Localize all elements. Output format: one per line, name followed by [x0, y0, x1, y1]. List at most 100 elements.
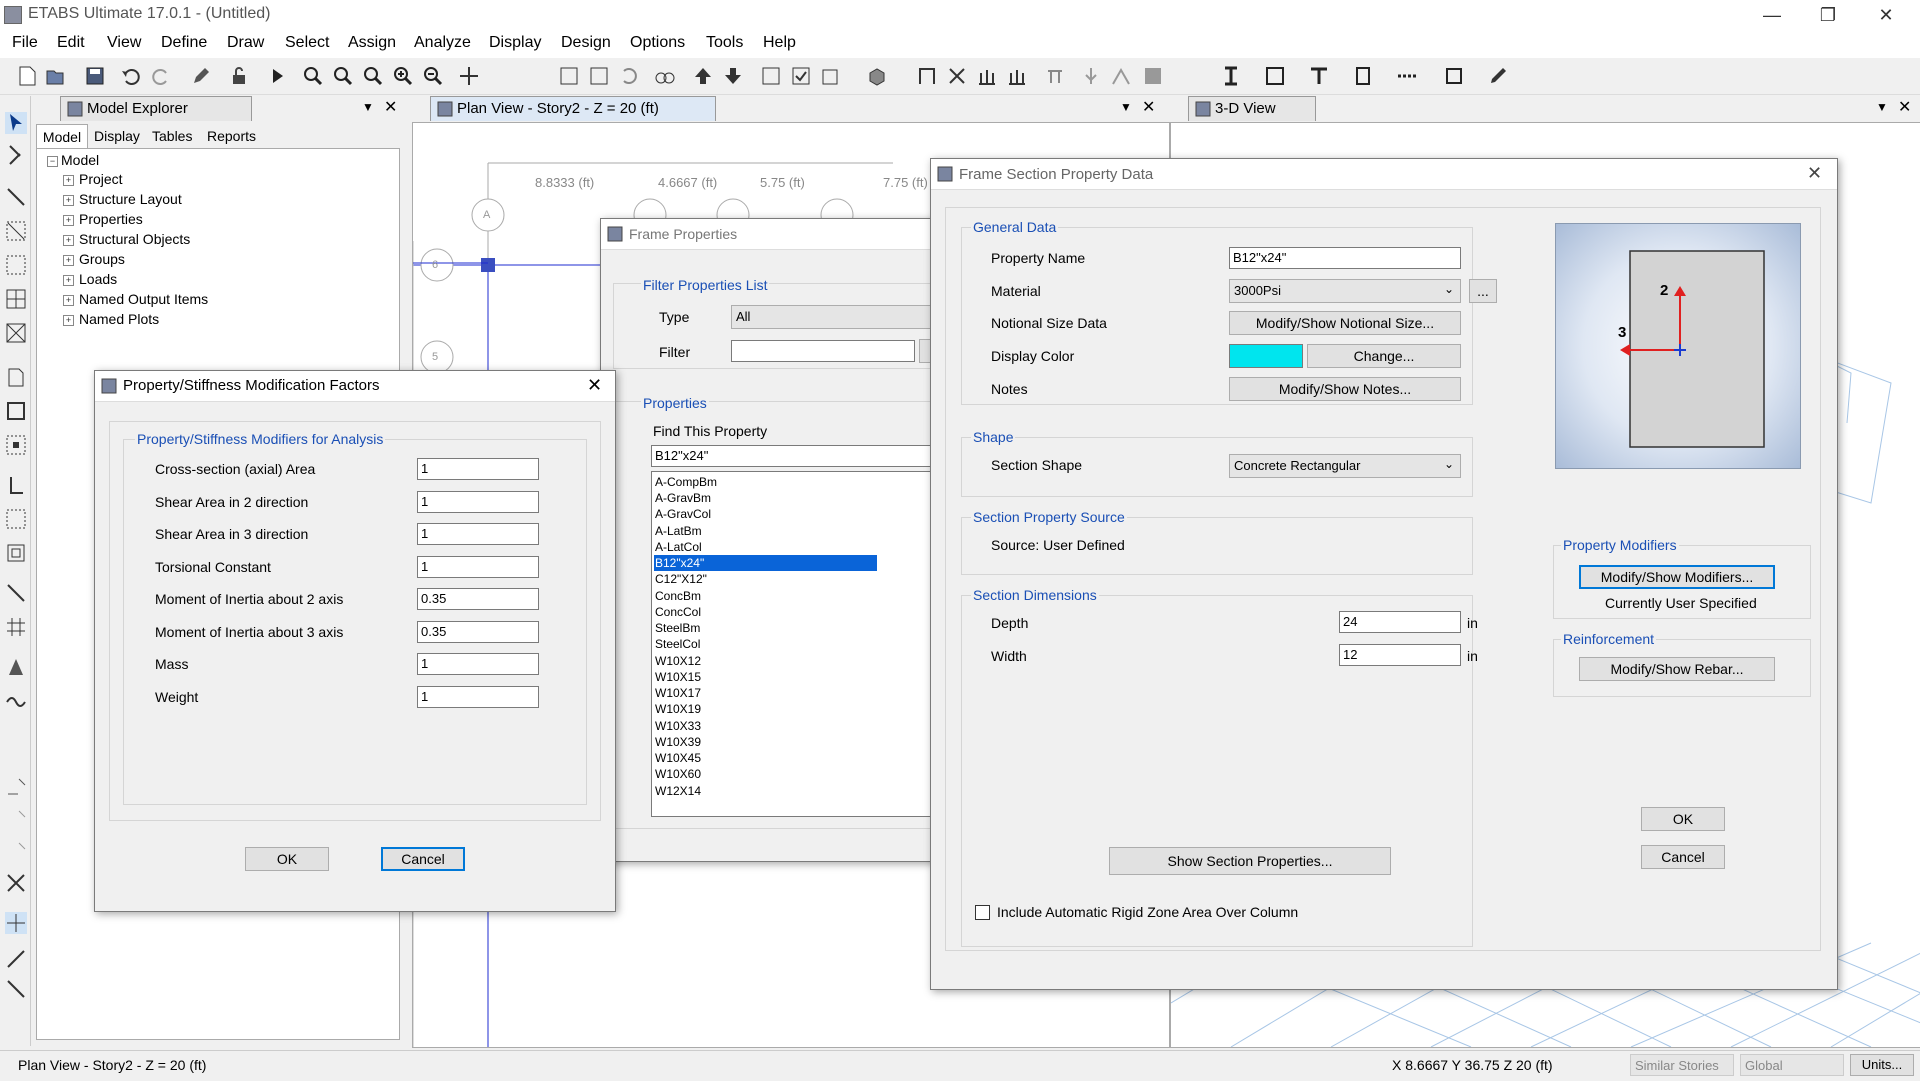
draw-wall-stack-icon[interactable] — [5, 508, 27, 530]
list-item[interactable]: ConcBm — [655, 588, 701, 604]
tab-display[interactable]: Display — [94, 128, 140, 144]
view3d-tab[interactable]: 3-D View — [1188, 96, 1316, 121]
explorer-menu-caret-icon[interactable]: ▼ — [362, 100, 374, 114]
collapse-model-icon[interactable]: − — [47, 156, 58, 167]
draw-dimension-icon[interactable] — [5, 656, 27, 678]
find-property-input[interactable]: B12"x24" — [651, 445, 941, 467]
list-item[interactable]: W10X17 — [655, 685, 701, 701]
tree-item-loads[interactable]: + Loads — [37, 271, 397, 291]
show-section-properties-button[interactable]: Show Section Properties... — [1109, 847, 1391, 875]
filter-input[interactable] — [731, 340, 915, 362]
change-color-button[interactable]: Change... — [1307, 344, 1461, 368]
redo-icon[interactable] — [150, 65, 172, 87]
material-more-button[interactable]: ... — [1469, 279, 1497, 303]
wall-stack-icon[interactable] — [1006, 65, 1028, 87]
shear-area-2-input[interactable]: 1 — [417, 491, 539, 513]
tree-item-groups[interactable]: + Groups — [37, 251, 397, 271]
notional-size-button[interactable]: Modify/Show Notional Size... — [1229, 311, 1461, 335]
draw-line-icon[interactable] — [5, 186, 27, 208]
list-item[interactable]: A-GravBm — [655, 490, 711, 506]
list-item[interactable]: W10X39 — [655, 734, 701, 750]
torsional-constant-input[interactable]: 1 — [417, 556, 539, 578]
previous-select-icon[interactable] — [5, 808, 27, 830]
shear-area-3-input[interactable]: 1 — [417, 523, 539, 545]
material-dropdown[interactable]: 3000Psi ⌄ — [1229, 279, 1461, 303]
depth-input[interactable]: 24 — [1339, 611, 1461, 633]
wall-icon[interactable] — [976, 65, 998, 87]
zoom-in-icon[interactable] — [392, 65, 414, 87]
brace-icon[interactable] — [946, 65, 968, 87]
menu-help[interactable]: Help — [763, 34, 796, 52]
weight-input[interactable]: 1 — [417, 686, 539, 708]
similar-stories-dropdown[interactable]: Similar Stories — [1630, 1054, 1734, 1076]
expand-icon[interactable]: + — [63, 195, 74, 206]
tree-item-project[interactable]: + Project — [37, 171, 397, 191]
expand-icon[interactable]: + — [63, 235, 74, 246]
rotate-icon[interactable] — [618, 65, 640, 87]
undo-icon[interactable] — [120, 65, 142, 87]
pointer-icon[interactable] — [5, 112, 27, 134]
menu-edit[interactable]: Edit — [57, 34, 85, 52]
list-item-selected[interactable]: B12"x24" — [654, 555, 877, 571]
save-icon[interactable] — [84, 65, 106, 87]
object-shrink-icon[interactable] — [760, 65, 782, 87]
extrude-icon[interactable] — [866, 65, 888, 87]
modifiers-cancel-button[interactable]: Cancel — [381, 847, 465, 871]
inertia-3-input[interactable]: 0.35 — [417, 621, 539, 643]
tree-item-structural-objects[interactable]: + Structural Objects — [37, 231, 397, 251]
rigid-zone-checkbox[interactable] — [975, 905, 990, 920]
spring-icon[interactable] — [1080, 65, 1102, 87]
list-item[interactable]: A-LatBm — [655, 523, 702, 539]
draw-rect-area-icon[interactable] — [5, 400, 27, 422]
run-icon[interactable] — [266, 65, 288, 87]
menu-display[interactable]: Display — [489, 34, 541, 52]
close-button[interactable]: ✕ — [1866, 2, 1906, 28]
explorer-close-icon[interactable]: ✕ — [384, 97, 397, 117]
snap-line-icon[interactable] — [5, 948, 27, 970]
expand-icon[interactable]: + — [63, 215, 74, 226]
menu-options[interactable]: Options — [630, 34, 685, 52]
list-item[interactable]: A-GravCol — [655, 506, 711, 522]
notes-button[interactable]: Modify/Show Notes... — [1229, 377, 1461, 401]
reshape-icon[interactable] — [5, 144, 27, 166]
expand-icon[interactable]: + — [63, 175, 74, 186]
modify-modifiers-button[interactable]: Modify/Show Modifiers... — [1579, 565, 1775, 589]
draw-column-icon[interactable] — [5, 254, 27, 276]
cross-section-area-input[interactable]: 1 — [417, 458, 539, 480]
draw-link-icon[interactable] — [5, 582, 27, 604]
list-item[interactable]: SteelCol — [655, 636, 700, 652]
tree-item-structure-layout[interactable]: + Structure Layout — [37, 191, 397, 211]
draw-grid-icon[interactable] — [5, 288, 27, 310]
menu-analyze[interactable]: Analyze — [414, 34, 471, 52]
menu-design[interactable]: Design — [561, 34, 611, 52]
list-item[interactable]: A-LatCol — [655, 539, 702, 555]
tree-root-model[interactable]: Model — [61, 152, 99, 168]
inertia-2-input[interactable]: 0.35 — [417, 588, 539, 610]
menu-draw[interactable]: Draw — [227, 34, 264, 52]
list-item[interactable]: SteelBm — [655, 620, 700, 636]
frame-icon[interactable] — [916, 65, 938, 87]
snap-icon[interactable] — [5, 872, 27, 894]
i-beam-icon[interactable] — [1220, 65, 1242, 87]
open-icon[interactable] — [44, 65, 66, 87]
list-item[interactable]: C12"X12" — [655, 571, 707, 587]
tab-tables[interactable]: Tables — [152, 128, 192, 144]
check-icon[interactable] — [790, 65, 812, 87]
set-display-icon[interactable] — [820, 65, 842, 87]
draw-tendon-icon[interactable] — [5, 690, 27, 712]
section-close-icon[interactable]: ✕ — [1807, 163, 1822, 184]
pan-icon[interactable] — [458, 65, 480, 87]
dimension-icon[interactable] — [1396, 65, 1418, 87]
menu-define[interactable]: Define — [161, 34, 207, 52]
tab-model[interactable]: Model — [36, 124, 88, 150]
clear-select-icon[interactable] — [5, 840, 27, 862]
draw-floor-icon[interactable] — [5, 366, 27, 388]
select-all-icon[interactable] — [5, 776, 27, 798]
draw-tool-icon[interactable] — [1488, 65, 1510, 87]
draw-brace-icon[interactable] — [5, 322, 27, 344]
list-item[interactable]: W10X45 — [655, 750, 701, 766]
draw-grid-lines-icon[interactable] — [5, 616, 27, 638]
move-down-icon[interactable] — [722, 65, 744, 87]
display-color-swatch[interactable] — [1229, 344, 1303, 368]
tree-item-named-output-items[interactable]: + Named Output Items — [37, 291, 397, 311]
